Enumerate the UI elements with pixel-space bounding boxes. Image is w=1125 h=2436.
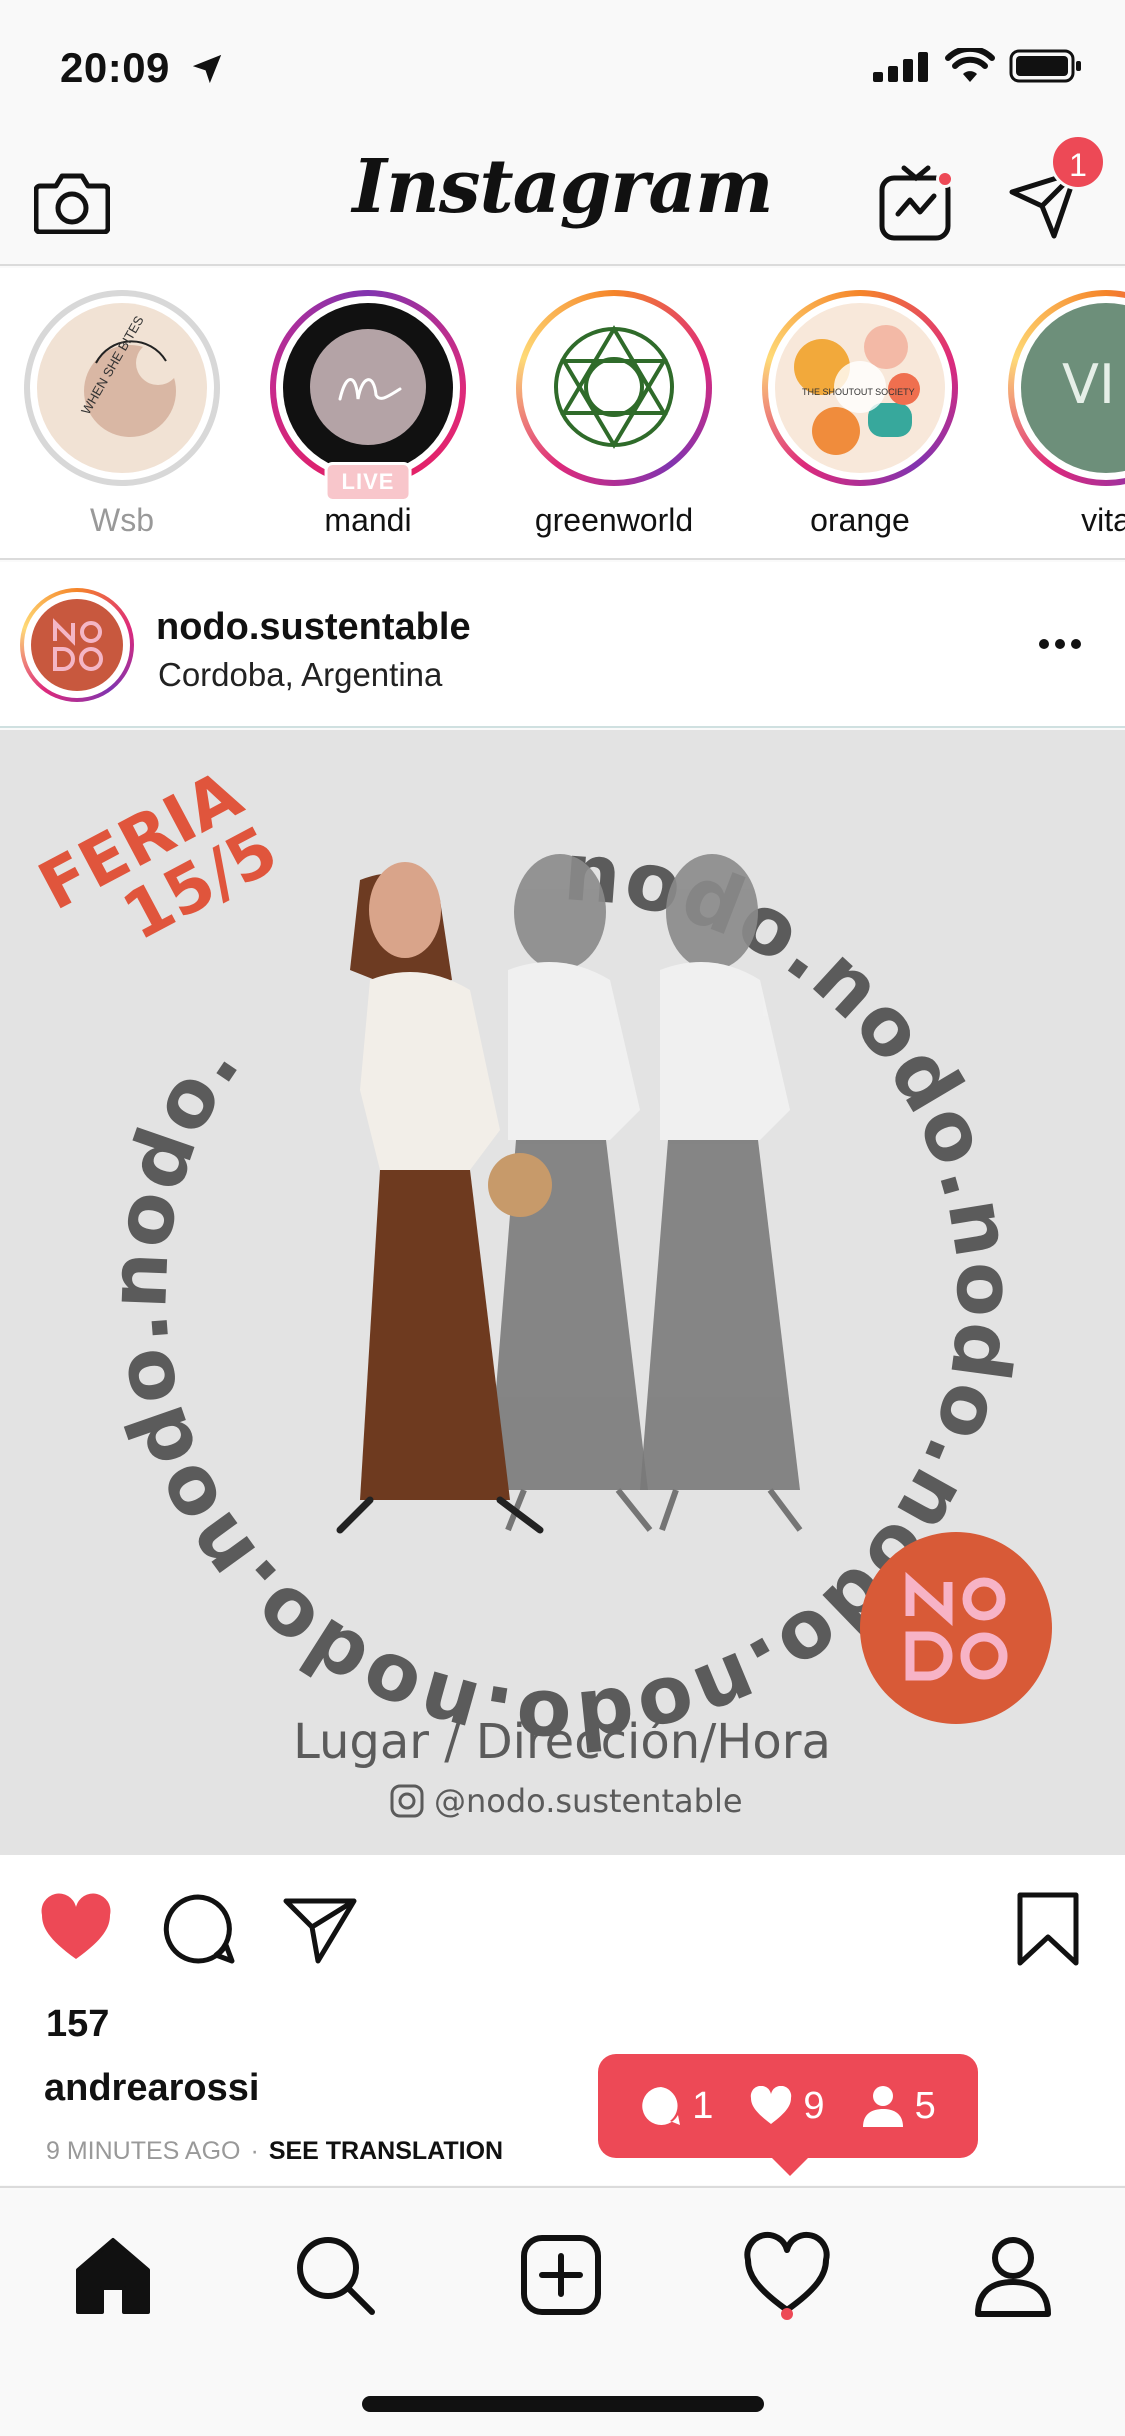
story-mandi[interactable]: LIVE mandi (270, 290, 466, 539)
comment-username[interactable]: andrearossi (44, 2067, 259, 2110)
like-heart-icon[interactable] (38, 1891, 114, 1967)
story-vita[interactable]: VI TA vita (1008, 290, 1125, 539)
post-header: nodo.sustentable Cordoba, Argentina (0, 562, 1125, 728)
person-icon (862, 2086, 903, 2127)
home-icon[interactable] (68, 2230, 158, 2320)
story-username: mandi (324, 502, 412, 538)
igtv-notification-dot (936, 170, 954, 188)
vita-logo: VI TA (1062, 353, 1125, 416)
share-icon[interactable] (282, 1891, 358, 1967)
popup-likes: 9 (749, 2085, 825, 2128)
story-username: Wsb (90, 502, 154, 538)
story-username: vita (1081, 502, 1125, 538)
likes-count[interactable]: 157 (46, 2003, 109, 2046)
story-avatar (529, 303, 699, 473)
igtv-icon (879, 165, 951, 241)
top-nav: Instagram (0, 132, 1125, 266)
comment-bubble-icon (642, 2087, 681, 2125)
more-options-icon[interactable] (1036, 632, 1084, 656)
signal-icon (873, 52, 928, 82)
story-orange[interactable]: THE SHOUTOUT SOCIETY orange (762, 290, 958, 539)
greenworld-logo (554, 325, 674, 449)
story-ring (516, 290, 712, 486)
instagram-handle-line: @nodo.sustentable (390, 1782, 743, 1820)
stories-tray: WHEN SHE BITES Wsb LIVE mandi greenworld… (0, 268, 1125, 560)
story-ring: THE SHOUTOUT SOCIETY (762, 290, 958, 486)
heart-icon (751, 2086, 792, 2124)
profile-icon[interactable] (968, 2230, 1058, 2320)
svg-text:THE SHOUTOUT SOCIETY: THE SHOUTOUT SOCIETY (802, 387, 915, 397)
status-indicators (873, 48, 1083, 84)
instagram-logo: Instagram (352, 144, 773, 230)
home-indicator[interactable] (362, 2396, 764, 2412)
story-ring: WHEN SHE BITES (24, 290, 220, 486)
save-bookmark-icon[interactable] (1010, 1891, 1086, 1967)
comment-icon[interactable] (160, 1891, 236, 1967)
story-avatar: VI TA (1021, 303, 1125, 473)
story-wsb[interactable]: WHEN SHE BITES Wsb (24, 290, 220, 539)
story-username: orange (810, 502, 910, 538)
story-ring: VI TA (1008, 290, 1125, 486)
post-username[interactable]: nodo.sustentable (156, 606, 471, 649)
see-translation-link[interactable]: SEE TRANSLATION (269, 2137, 503, 2165)
svg-text:VI TA: VI TA (1062, 353, 1125, 416)
svg-text:@nodo.sustentable: @nodo.sustentable (434, 1782, 743, 1820)
post-location[interactable]: Cordoba, Argentina (158, 656, 442, 694)
when-she-bites-logo: WHEN SHE BITES (78, 313, 180, 437)
shoutout-society-logo: THE SHOUTOUT SOCIETY (794, 325, 920, 455)
nodo-badge-logo (860, 1532, 1052, 1724)
status-time: 20:09 (60, 44, 170, 91)
popup-tail (770, 2156, 810, 2176)
popup-comments: 1 (640, 2085, 713, 2128)
wifi-icon (945, 48, 995, 82)
new-post-icon[interactable] (516, 2230, 606, 2320)
activity-heart-icon[interactable] (742, 2230, 832, 2320)
story-avatar: WHEN SHE BITES (37, 303, 207, 473)
direct-message-badge: 1 (1050, 134, 1106, 190)
post-image[interactable]: nodo.nodo.nodo.nodo.nodo.nodo.nodo.nodo. (0, 730, 1125, 1855)
status-bar: 20:09 (0, 0, 1125, 132)
post-author-avatar[interactable] (20, 588, 134, 702)
story-avatar (283, 303, 453, 473)
lugar-direccion-hora-text: Lugar / Dirección/Hora (293, 1714, 831, 1770)
story-greenworld[interactable]: greenworld (516, 290, 712, 539)
story-avatar: THE SHOUTOUT SOCIETY (775, 303, 945, 473)
battery-icon (1009, 49, 1081, 83)
location-arrow-icon (192, 54, 222, 84)
mandi-logo (310, 329, 426, 445)
activity-notification-popup[interactable]: 1 9 5 (598, 2054, 978, 2158)
story-username: greenworld (534, 502, 694, 538)
meta-separator: · (250, 2137, 259, 2165)
live-badge: LIVE (324, 462, 412, 502)
time-ago: 9 MINUTES AGO (46, 2137, 241, 2165)
story-ring (270, 290, 466, 486)
search-icon[interactable] (290, 2230, 380, 2320)
post-meta: 9 MINUTES AGO · SEE TRANSLATION (46, 2137, 503, 2166)
post-image-artwork: nodo.nodo.nodo.nodo.nodo.nodo.nodo.nodo. (0, 730, 1125, 1855)
igtv-button[interactable] (876, 154, 956, 244)
popup-follows: 5 (861, 2085, 936, 2128)
nodo-logo-icon (53, 618, 103, 671)
activity-indicator-dot (781, 2308, 793, 2320)
